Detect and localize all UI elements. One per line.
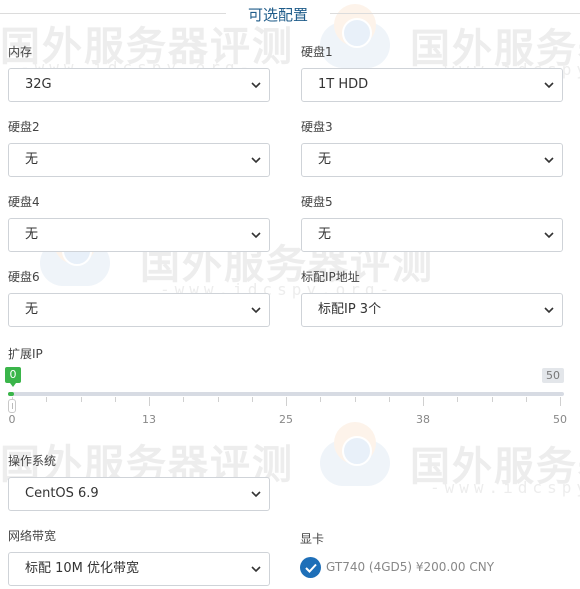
slider-tick (388, 397, 390, 402)
os-select[interactable]: CentOS 6.9 (8, 477, 270, 511)
disk1-field: 硬盘1 1T HDD (301, 44, 563, 102)
slider-tick (320, 397, 322, 402)
chevron-down-icon (544, 307, 554, 314)
disk5-label: 硬盘5 (301, 195, 333, 209)
bandwidth-value: 标配 10M 优化带宽 (25, 561, 140, 576)
chevron-down-icon (544, 82, 554, 89)
ip-select[interactable]: 标配IP 3个 (301, 293, 563, 327)
ip-value: 标配IP 3个 (318, 302, 382, 317)
disk6-value: 无 (25, 302, 39, 317)
disk5-select[interactable]: 无 (301, 218, 563, 252)
ram-value: 32G (25, 77, 52, 92)
disk6-label: 硬盘6 (8, 270, 40, 284)
slider-max-bubble: 50 (542, 368, 564, 383)
os-field: 操作系统 CentOS 6.9 (8, 453, 270, 511)
extra-ip-slider-group: 扩展IP 0 50 0 13 25 38 50 (5, 345, 567, 435)
disk2-field: 硬盘2 无 (8, 119, 270, 177)
slider-tick (80, 397, 82, 402)
slider-tick (457, 397, 459, 402)
slider-tick-label: 13 (142, 413, 156, 426)
slider-handle[interactable] (8, 399, 16, 413)
slider-track[interactable] (8, 392, 564, 396)
disk6-select[interactable]: 无 (8, 293, 270, 327)
gpu-option-label: GT740 (4GD5) ¥200.00 CNY (326, 560, 495, 574)
slider-tick (183, 397, 185, 402)
checkmark-icon[interactable] (300, 557, 321, 578)
slider-tick (423, 397, 424, 406)
slider-tick (251, 397, 253, 402)
disk5-value: 无 (318, 227, 332, 242)
slider-tick (491, 397, 493, 402)
bandwidth-field: 网络带宽 标配 10M 优化带宽 (8, 528, 270, 586)
os-label: 操作系统 (8, 454, 57, 468)
disk4-field: 硬盘4 无 (8, 194, 270, 252)
watermark-url: -www.idcspy.org- (430, 478, 580, 497)
slider-tick (149, 397, 150, 406)
disk6-field: 硬盘6 无 (8, 269, 270, 327)
slider-tick (46, 397, 48, 402)
bandwidth-select[interactable]: 标配 10M 优化带宽 (8, 552, 270, 586)
chevron-down-icon (544, 157, 554, 164)
disk2-label: 硬盘2 (8, 120, 40, 134)
disk4-label: 硬盘4 (8, 195, 40, 209)
slider-tick-label: 38 (416, 413, 430, 426)
disk3-select[interactable]: 无 (301, 143, 563, 177)
disk1-label: 硬盘1 (301, 45, 333, 59)
os-value: CentOS 6.9 (25, 486, 99, 501)
gpu-field: 显卡 GT740 (4GD5) ¥200.00 CNY (300, 530, 570, 579)
disk3-label: 硬盘3 (301, 120, 333, 134)
ram-select[interactable]: 32G (8, 68, 270, 102)
disk4-value: 无 (25, 227, 39, 242)
chevron-down-icon (251, 491, 261, 498)
slider-tick (525, 397, 527, 402)
disk2-value: 无 (25, 152, 39, 167)
disk1-value: 1T HDD (318, 77, 369, 92)
cloud-logo-icon (320, 422, 390, 486)
slider-tick (354, 397, 356, 402)
slider-tick (560, 397, 561, 406)
disk3-value: 无 (318, 152, 332, 167)
ip-field: 标配IP地址 标配IP 3个 (301, 269, 563, 327)
slider-value-bubble: 0 (5, 367, 21, 387)
disk5-field: 硬盘5 无 (301, 194, 563, 252)
chevron-down-icon (251, 232, 261, 239)
chevron-down-icon (251, 566, 261, 573)
slider-tick-label: 50 (553, 413, 567, 426)
bandwidth-label: 网络带宽 (8, 529, 57, 543)
slider-ticks (8, 397, 564, 407)
slider-tick (286, 397, 287, 406)
slider-fill (8, 392, 14, 396)
ram-label: 内存 (8, 45, 33, 59)
section-title: 可选配置 (247, 6, 308, 24)
chevron-down-icon (251, 307, 261, 314)
ram-field: 内存 32G (8, 44, 270, 102)
chevron-down-icon (251, 82, 261, 89)
disk2-select[interactable]: 无 (8, 143, 270, 177)
divider (0, 13, 226, 14)
section-header: 可选配置 (0, 4, 580, 24)
slider-tick-label: 25 (279, 413, 293, 426)
disk4-select[interactable]: 无 (8, 218, 270, 252)
slider-tick-label: 0 (8, 413, 16, 426)
gpu-label: 显卡 (300, 532, 325, 546)
chevron-down-icon (544, 232, 554, 239)
watermark-title: 国外服务器评测 (410, 444, 580, 490)
extra-ip-label: 扩展IP (8, 347, 43, 361)
slider-tick (217, 397, 219, 402)
disk1-select[interactable]: 1T HDD (301, 68, 563, 102)
divider (330, 13, 580, 14)
chevron-down-icon (251, 157, 261, 164)
disk3-field: 硬盘3 无 (301, 119, 563, 177)
gpu-option[interactable]: GT740 (4GD5) ¥200.00 CNY (300, 557, 570, 579)
slider-tick (114, 397, 116, 402)
ip-label: 标配IP地址 (301, 270, 360, 284)
